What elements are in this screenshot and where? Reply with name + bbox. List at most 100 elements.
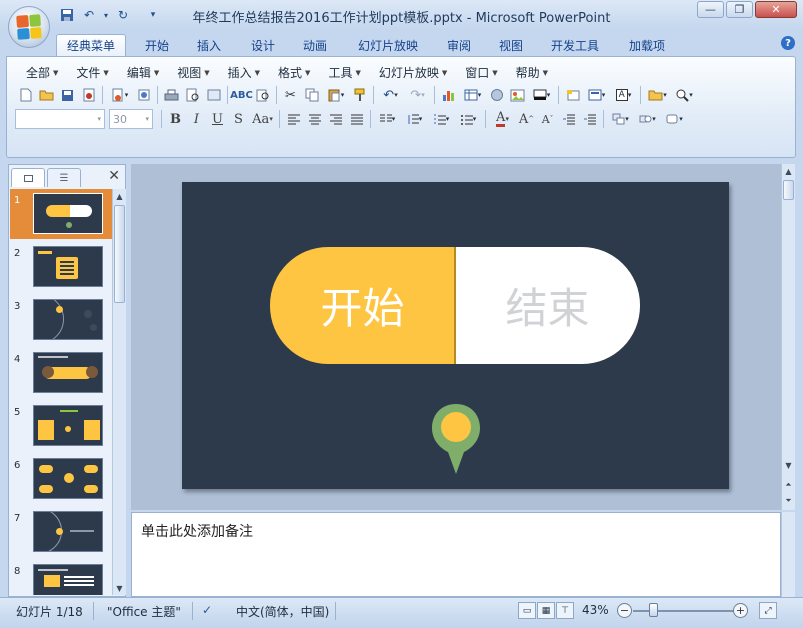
- permission-icon[interactable]: [78, 85, 99, 105]
- publish-icon[interactable]: [133, 85, 154, 105]
- map-pin-icon[interactable]: [430, 402, 482, 477]
- font-size-combo[interactable]: 30 ▾: [109, 109, 153, 129]
- close-button[interactable]: ✕: [755, 1, 797, 18]
- scroll-down-icon[interactable]: ▼: [113, 581, 126, 595]
- new-slide-icon[interactable]: [562, 85, 583, 105]
- tab-home[interactable]: 开始: [134, 34, 180, 56]
- zoom-in-icon[interactable]: +: [733, 603, 748, 618]
- slide-thumbnail[interactable]: 4: [10, 348, 114, 398]
- undo-icon[interactable]: ↶: [80, 7, 98, 23]
- text-box-icon[interactable]: A ▾: [610, 85, 637, 105]
- print-icon[interactable]: [161, 85, 182, 105]
- slide-thumbnail[interactable]: 6: [10, 454, 114, 504]
- slide-show-button[interactable]: ⊤: [556, 602, 574, 619]
- font-name-combo[interactable]: ▾: [15, 109, 105, 129]
- office-button[interactable]: [8, 6, 50, 48]
- language[interactable]: 中文(简体，中国): [236, 603, 329, 620]
- tab-review[interactable]: 审阅: [436, 34, 482, 56]
- restore-button[interactable]: ❐: [726, 1, 753, 18]
- numbering-icon[interactable]: ▾: [428, 109, 455, 129]
- hyperlink-icon[interactable]: [486, 85, 507, 105]
- tab-insert[interactable]: 插入: [186, 34, 232, 56]
- tab-classic-menu[interactable]: 经典菜单: [56, 34, 126, 56]
- shrink-font-icon[interactable]: Aˇ: [537, 109, 558, 129]
- help-icon[interactable]: ?: [781, 36, 795, 50]
- italic-icon[interactable]: I: [186, 109, 207, 129]
- close-icon[interactable]: ✕: [108, 168, 120, 184]
- color-icon[interactable]: ▾: [528, 85, 555, 105]
- slide-thumbnail[interactable]: 2: [10, 242, 114, 292]
- minimize-button[interactable]: —: [697, 1, 724, 18]
- redo-icon[interactable]: ↷ ▾: [404, 85, 431, 105]
- save-icon[interactable]: [57, 85, 78, 105]
- tab-add-ins[interactable]: 加载项: [618, 34, 676, 56]
- research-icon[interactable]: [252, 85, 273, 105]
- layout-icon[interactable]: ▾: [583, 85, 610, 105]
- previous-slide-icon[interactable]: ⏶: [782, 478, 795, 492]
- shapes-icon[interactable]: ▾: [634, 109, 661, 129]
- scroll-up-icon[interactable]: ▲: [782, 164, 795, 178]
- slide-thumbnail[interactable]: 1: [10, 189, 114, 239]
- tab-developer[interactable]: 开发工具: [542, 34, 608, 56]
- slide-thumbnail[interactable]: 3: [10, 295, 114, 345]
- slide-thumbnail[interactable]: 7: [10, 507, 114, 557]
- end-pill[interactable]: 结束: [455, 247, 640, 364]
- fit-to-window-button[interactable]: ⤢: [759, 602, 777, 619]
- open-icon[interactable]: [36, 85, 57, 105]
- tab-design[interactable]: 设计: [240, 34, 286, 56]
- notes-placeholder[interactable]: 单击此处添加备注: [141, 521, 253, 541]
- tab-slide-show[interactable]: 幻灯片放映: [348, 34, 428, 56]
- tab-animations[interactable]: 动画: [292, 34, 338, 56]
- bold-icon[interactable]: B: [165, 109, 186, 129]
- zoom-slider-thumb[interactable]: [649, 603, 658, 617]
- normal-view-button[interactable]: ▭: [518, 602, 536, 619]
- start-pill[interactable]: 开始: [270, 247, 455, 364]
- undo-icon[interactable]: ↶ ▾: [377, 85, 404, 105]
- slide-thumbnail[interactable]: 8: [10, 560, 114, 595]
- scroll-down-icon[interactable]: ▼: [782, 458, 795, 472]
- menu-view[interactable]: 视图 ▼: [168, 61, 218, 83]
- new-icon[interactable]: [15, 85, 36, 105]
- decrease-indent-icon[interactable]: [558, 109, 579, 129]
- menu-format[interactable]: 格式 ▼: [269, 61, 319, 83]
- next-slide-icon[interactable]: ⏷: [782, 494, 795, 508]
- slide-canvas[interactable]: 开始 结束: [182, 182, 729, 489]
- line-spacing-icon[interactable]: ▾: [401, 109, 428, 129]
- cut-icon[interactable]: ✂: [280, 85, 301, 105]
- menu-slide-show[interactable]: 幻灯片放映 ▼: [370, 61, 456, 83]
- outline-tab[interactable]: ☰: [47, 168, 81, 187]
- spelling-icon[interactable]: ABC: [230, 85, 253, 105]
- grow-font-icon[interactable]: A ^: [516, 109, 537, 129]
- preview-icon[interactable]: [182, 85, 203, 105]
- notes-scrollbar[interactable]: [781, 512, 795, 597]
- columns-icon[interactable]: ▾: [374, 109, 401, 129]
- copy-icon[interactable]: [301, 85, 322, 105]
- menu-file[interactable]: 文件 ▼: [67, 61, 117, 83]
- align-center-icon[interactable]: [304, 109, 325, 129]
- tab-view[interactable]: 视图: [488, 34, 534, 56]
- slides-tab[interactable]: [11, 168, 45, 187]
- menu-window[interactable]: 窗口 ▼: [456, 61, 506, 83]
- arrange-icon[interactable]: ▾: [607, 109, 634, 129]
- scrollbar-thumb[interactable]: [114, 205, 125, 303]
- chevron-down-icon[interactable]: ▾: [102, 7, 110, 23]
- editor-scrollbar[interactable]: ▲ ▼ ⏶ ⏷: [781, 164, 795, 510]
- save-icon[interactable]: [58, 7, 76, 23]
- slide-sorter-button[interactable]: ▦: [537, 602, 555, 619]
- font-color-icon[interactable]: A ▾: [489, 109, 516, 129]
- notes-pane[interactable]: 单击此处添加备注: [131, 512, 781, 597]
- change-case-icon[interactable]: Aa ▾: [249, 109, 276, 129]
- menu-tools[interactable]: 工具 ▼: [319, 61, 369, 83]
- zoom-out-icon[interactable]: −: [617, 603, 632, 618]
- scroll-up-icon[interactable]: ▲: [113, 189, 126, 203]
- align-left-icon[interactable]: [283, 109, 304, 129]
- zoom-icon[interactable]: ▾: [671, 85, 698, 105]
- customize-icon[interactable]: ▾: [148, 7, 158, 23]
- format-painter-icon[interactable]: [349, 85, 370, 105]
- table-icon[interactable]: ▾: [459, 85, 486, 105]
- zoom-level[interactable]: 43%: [582, 603, 609, 617]
- print-preview-icon[interactable]: ▾: [106, 85, 133, 105]
- bullets-icon[interactable]: ▾: [455, 109, 482, 129]
- underline-icon[interactable]: U: [207, 109, 228, 129]
- spell-check-icon[interactable]: ✓: [202, 603, 212, 617]
